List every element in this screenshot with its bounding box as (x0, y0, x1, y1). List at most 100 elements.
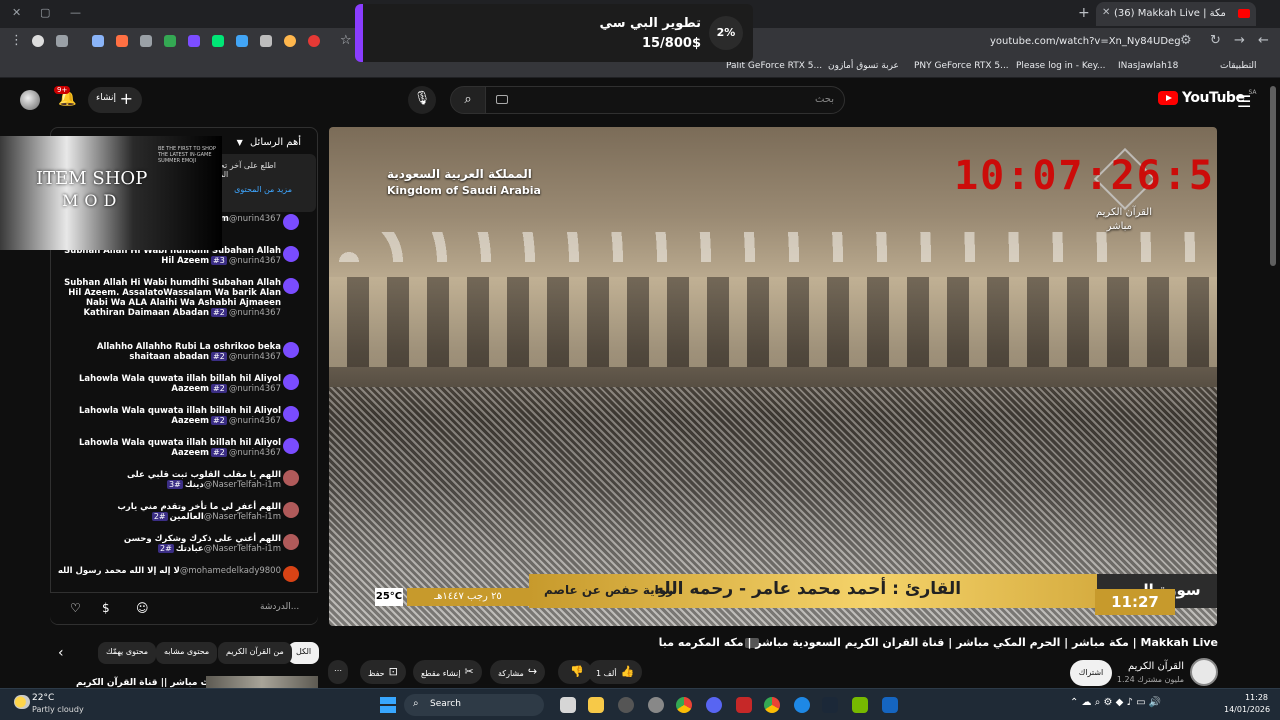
chat-author[interactable]: @nurin4367 (229, 214, 281, 224)
heart-icon[interactable]: ♡ (70, 601, 81, 615)
settings-icon[interactable] (648, 697, 664, 713)
url-text[interactable]: youtube.com/watch?v=Xn_Ny84UDeg (990, 36, 1181, 47)
chat-avatar[interactable] (283, 214, 299, 230)
dislike-button[interactable]: 👎 (558, 660, 592, 684)
chip-from-quran[interactable]: من القرآن الكريم (218, 642, 292, 664)
channel-avatar[interactable] (1190, 658, 1218, 686)
chat-avatar[interactable] (283, 246, 299, 262)
app-icon[interactable] (618, 697, 634, 713)
related-video-thumbnail[interactable] (206, 676, 318, 688)
site-settings-icon[interactable]: ⚙ (1180, 33, 1192, 48)
channel-name[interactable]: القرآن الكريم (1128, 661, 1184, 672)
system-tray[interactable]: ⌃ ☁ ⌕ ⚙ ◆ ♪ ▭ 🔊 (1070, 697, 1161, 708)
discord-icon[interactable] (706, 697, 722, 713)
chat-author[interactable]: @nurin4367 (229, 308, 281, 318)
chat-author[interactable]: @NaserTelfah-i1m (204, 544, 281, 554)
volume-icon[interactable] (260, 35, 272, 47)
app-icon[interactable] (882, 697, 898, 713)
chat-avatar[interactable] (283, 278, 299, 294)
bookmark-star-icon[interactable]: ☆ (340, 33, 352, 48)
back-icon[interactable]: ← (1258, 33, 1269, 48)
profile-icon[interactable] (32, 35, 44, 47)
maximize-window-icon[interactable]: ▢ (40, 6, 50, 19)
bookmark-item[interactable]: PNY GeForce RTX 5... (914, 61, 1009, 71)
taskbar-date[interactable]: 14/01/2026 (1224, 705, 1270, 714)
bookmark-item[interactable]: Please log in - Key... (1016, 61, 1105, 71)
minimize-window-icon[interactable]: — (70, 6, 81, 19)
chat-author[interactable]: @nurin4367 (229, 416, 281, 426)
chat-message[interactable]: Subhan Allah Hi Wabi humdihi Subahan All… (55, 278, 299, 318)
chat-message[interactable]: اللهم أعفر لي ما تأخر وتقدم مني يارب الع… (55, 502, 299, 522)
chat-author[interactable]: @mohamedelkady9800 (180, 566, 281, 576)
chat-author[interactable]: @nurin4367 (229, 384, 281, 394)
subscribe-button[interactable]: اشتراك (1070, 660, 1112, 686)
file-explorer-icon[interactable] (588, 697, 604, 713)
chat-author[interactable]: @NaserTelfah-i1m (204, 512, 281, 522)
extension-icon[interactable] (116, 35, 128, 47)
chat-avatar[interactable] (283, 374, 299, 390)
taskbar-time[interactable]: 11:28 (1234, 693, 1268, 702)
bookmark-item[interactable]: Palit GeForce RTX 5... (726, 61, 822, 71)
bookmark-item[interactable]: INasJawlah18 (1118, 61, 1178, 71)
extension-icon[interactable] (188, 35, 200, 47)
chrome-icon[interactable] (676, 697, 692, 713)
extension-icon[interactable] (212, 35, 224, 47)
chat-author[interactable]: @nurin4367 (229, 352, 281, 362)
windows-start-icon[interactable] (380, 697, 396, 713)
search-button[interactable]: ⌕ (450, 86, 486, 114)
share-button[interactable]: مشاركة ↪ (490, 660, 546, 684)
new-tab-icon[interactable]: + (1078, 5, 1090, 21)
forward-icon[interactable]: → (1234, 33, 1245, 48)
voice-search-icon[interactable]: 🎙 (408, 86, 436, 114)
emoji-icon[interactable]: ☺ (136, 601, 149, 615)
chat-avatar[interactable] (283, 566, 299, 582)
extension-icon[interactable] (284, 35, 296, 47)
task-view-icon[interactable] (560, 697, 576, 713)
app-icon[interactable] (736, 697, 752, 713)
video-player[interactable]: المملكة العربية السعودية Kingdom of Saud… (329, 127, 1217, 626)
nvidia-icon[interactable] (852, 697, 868, 713)
chat-filter-dropdown[interactable]: ▼ أهم الرسائل (237, 137, 301, 148)
chip-similar[interactable]: محتوى مشابه (156, 642, 218, 664)
chat-author[interactable]: @nurin4367 (229, 448, 281, 458)
chevron-left-icon[interactable]: ‹ (58, 645, 64, 661)
chat-message[interactable]: Lahowla Wala quwata illah billah hil Ali… (55, 438, 299, 458)
keyboard-icon[interactable] (496, 95, 508, 104)
account-avatar[interactable] (20, 90, 40, 110)
chat-author[interactable]: @NaserTelfah-i1m (204, 480, 281, 490)
chip-recommended[interactable]: محتوى يهمّك (98, 642, 157, 664)
save-button[interactable]: حفظ ⊡ (360, 660, 406, 684)
super-chat-icon[interactable]: $ (102, 601, 110, 615)
extension-icon[interactable] (308, 35, 320, 47)
more-menu-icon[interactable]: ⋮ (10, 33, 23, 48)
chat-avatar[interactable] (283, 406, 299, 422)
pinned-more-link[interactable]: مزيد من المحتوى (234, 185, 292, 194)
partly-cloudy-icon[interactable] (14, 695, 30, 709)
page-scrollbar[interactable] (1270, 86, 1276, 266)
extension-icon[interactable] (236, 35, 248, 47)
extension-icon[interactable] (164, 35, 176, 47)
chat-avatar[interactable] (283, 470, 299, 486)
taskbar-search[interactable]: ⌕ Search (404, 694, 544, 716)
chat-author[interactable]: @nurin4367 (229, 256, 281, 266)
chat-avatar[interactable] (283, 438, 299, 454)
extension-icon[interactable] (56, 35, 68, 47)
hamburger-menu-icon[interactable]: ☰ (1237, 92, 1251, 111)
close-tab-icon[interactable]: ✕ (1102, 7, 1110, 18)
chat-message[interactable]: Lahowla Wala quwata illah billah hil Ali… (55, 374, 299, 394)
more-actions-button[interactable]: ⋯ (328, 660, 348, 684)
chat-avatar[interactable] (283, 534, 299, 550)
clip-button[interactable]: إنشاء مقطع ✂ (413, 660, 482, 684)
chrome-icon[interactable] (764, 697, 780, 713)
like-button[interactable]: 1 ألف 👍 (588, 660, 643, 684)
reload-icon[interactable]: ↻ (1210, 33, 1221, 48)
extension-icon[interactable] (92, 35, 104, 47)
create-button[interactable]: إنشاء + (88, 87, 142, 113)
chat-message[interactable]: اللهم أعني على ذكرك وشكرك وحسن عبادتك#2 @… (55, 534, 299, 554)
chat-message[interactable]: اللهم يا مقلب القلوب ثبت قلبي على دينك#3… (55, 470, 299, 490)
bookmark-apps[interactable]: التطبيقات (1220, 61, 1257, 71)
chat-avatar[interactable] (283, 502, 299, 518)
chat-message[interactable]: Lahowla Wala quwata illah billah hil Ali… (55, 406, 299, 426)
search-input[interactable]: بحث (485, 86, 845, 114)
chat-avatar[interactable] (283, 342, 299, 358)
